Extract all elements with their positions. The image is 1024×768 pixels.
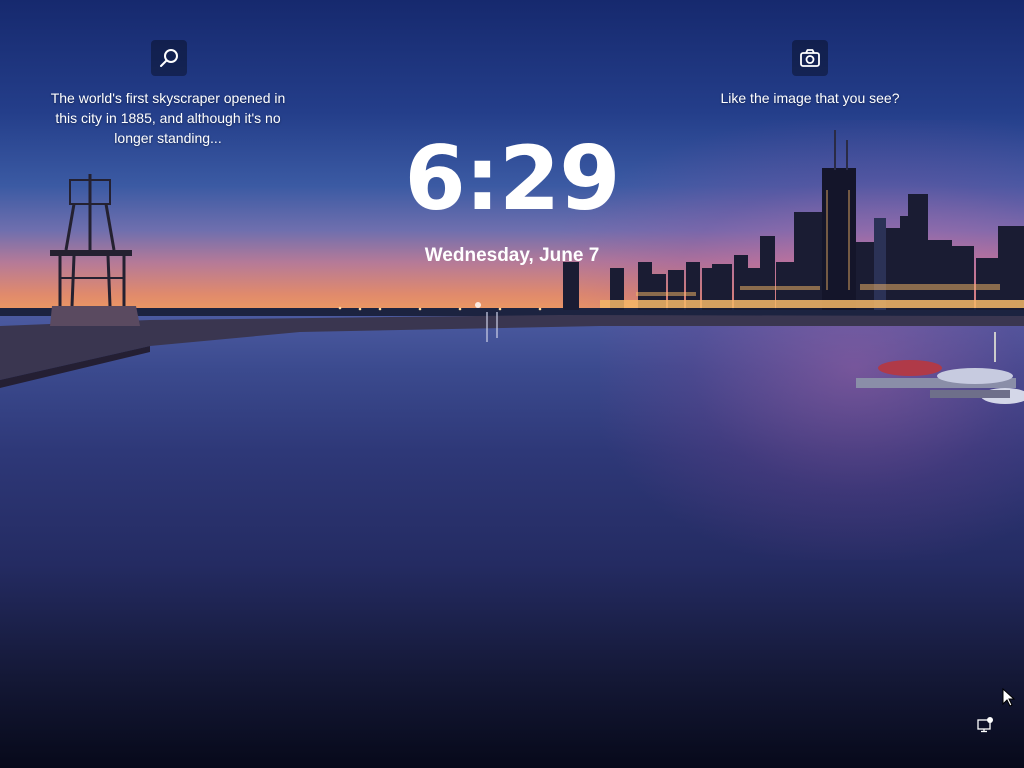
lighthouse [50,174,132,307]
lock-screen[interactable]: The world's first skyscraper opened in t… [0,0,1024,768]
spotlight-like-text[interactable]: Like the image that you see? [700,88,920,108]
lock-date: Wednesday, June 7 [424,245,600,266]
spotlight-fact-text[interactable]: The world's first skyscraper opened in t… [38,88,298,148]
mouse-pointer-icon [1002,688,1016,707]
magnifier-icon [160,49,178,67]
breakwater [0,315,1024,380]
marina-boats [856,332,1024,404]
lighthouse-base [50,306,140,326]
spotlight-facts-button[interactable] [151,40,187,76]
camera-icon [800,49,820,67]
spotlight-like-button[interactable] [792,40,828,76]
lock-clock: 6:29 [404,127,621,230]
network-status-icon[interactable] [976,716,994,734]
